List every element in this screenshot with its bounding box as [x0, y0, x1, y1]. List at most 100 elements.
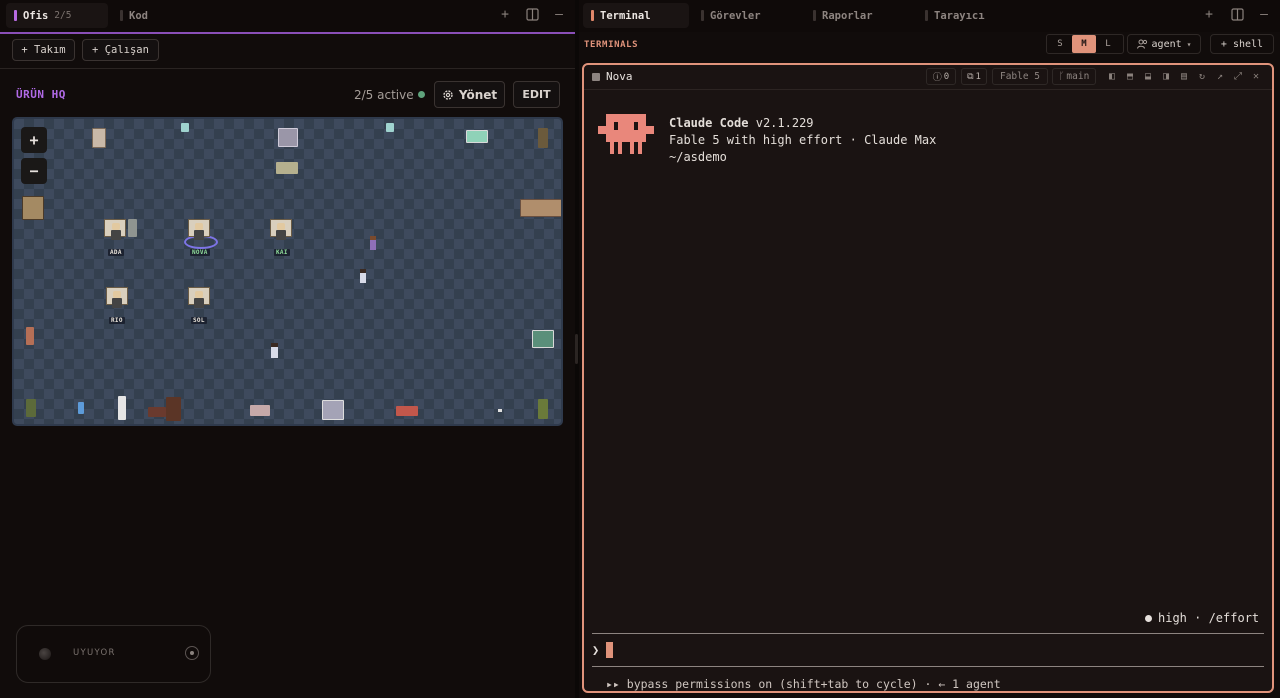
manage-label: Yönet	[458, 87, 498, 102]
table	[276, 162, 298, 174]
copy-count: 1	[975, 71, 981, 82]
chevron-down-icon: ▾	[1186, 39, 1192, 49]
size-m-button[interactable]: M	[1072, 35, 1096, 53]
agent-select[interactable]: agent ▾	[1127, 34, 1201, 54]
permissions-footer: ▸▸ bypass permissions on (shift+tab to c…	[606, 677, 1001, 691]
split-view-icon[interactable]	[1230, 8, 1244, 22]
tab-raporlar[interactable]: Raporlar	[807, 3, 913, 28]
app-version: v2.1.229	[755, 116, 814, 130]
whiteboard	[322, 400, 344, 420]
copy-icon: ⧉	[967, 71, 974, 82]
tab-color-bar	[701, 10, 704, 21]
tab-color-bar	[120, 10, 123, 21]
tab-gorevler[interactable]: Görevler	[695, 3, 801, 28]
copy-count-badge[interactable]: ⧉ 1	[961, 68, 987, 85]
plus-icon[interactable]: +	[498, 8, 512, 22]
tab-label: Kod	[129, 9, 148, 22]
sleep-label: UYUYOR	[73, 648, 116, 658]
bookshelf	[520, 199, 561, 217]
zoom-out-button[interactable]: −	[21, 158, 47, 184]
layout-top-icon[interactable]: ⬒	[1124, 71, 1136, 83]
branch-badge[interactable]: ᚴ main	[1052, 68, 1096, 85]
record-button[interactable]	[185, 646, 199, 660]
add-employee-button[interactable]: + Çalışan	[82, 39, 159, 61]
agent-kai[interactable]	[274, 223, 288, 241]
fridge	[118, 396, 126, 420]
zoom-in-button[interactable]: +	[21, 127, 47, 153]
plant	[538, 128, 548, 148]
agent-rio[interactable]	[110, 291, 124, 309]
close-icon[interactable]: ✕	[1250, 71, 1262, 83]
sidebar-left-icon[interactable]: ◧	[1106, 71, 1118, 83]
tab-color-bar	[925, 10, 928, 21]
branch-name: main	[1066, 71, 1090, 82]
person-sprite	[370, 236, 376, 250]
input-cursor[interactable]	[606, 642, 613, 658]
office-title: ÜRÜN HQ	[16, 88, 66, 101]
sleep-widget[interactable]: UYUYOR	[16, 625, 211, 683]
app-header-line: Claude Code v2.1.229	[669, 116, 814, 130]
terminal-tabbar: Terminal Görevler Raporlar Tarayıcı + –	[579, 0, 1280, 32]
info-icon: ⓘ	[932, 73, 942, 83]
water-cooler	[386, 123, 394, 132]
terminal-status-square	[592, 73, 600, 81]
effort-status: high · /effort	[1158, 611, 1260, 625]
agent-nova[interactable]	[192, 223, 206, 241]
model-badge[interactable]: Fable 5	[992, 68, 1048, 85]
plant	[26, 399, 36, 417]
vending-machine	[26, 327, 34, 345]
office-pane: Ofis 2/5 Kod + – + Takım + Çalışan ÜRÜN …	[0, 0, 575, 698]
claude-mascot-icon	[598, 113, 654, 155]
resize-handle[interactable]	[575, 334, 578, 364]
refresh-icon[interactable]: ↻	[1196, 71, 1208, 83]
whiteboard	[278, 128, 298, 147]
tab-label: Görevler	[710, 9, 761, 22]
tab-label: Tarayıcı	[934, 9, 985, 22]
prompt-bottom-rule	[592, 666, 1264, 667]
water-bottle	[78, 402, 84, 414]
manage-button[interactable]: Yönet	[434, 81, 505, 108]
tab-color-bar	[14, 10, 17, 21]
add-shell-button[interactable]: + shell	[1210, 34, 1274, 54]
office-map[interactable]: + − ADA NOVA KAI RIO SOL	[12, 117, 563, 426]
terminal-window[interactable]: Nova ⓘ 0 ⧉ 1 Fable 5 ᚴ main ◧ ⬒ ⬓ ◨ ▤ ↻ ↗ ⤢…	[582, 63, 1274, 693]
edit-button[interactable]: EDIT	[513, 81, 560, 108]
tab-tarayici[interactable]: Tarayıcı	[919, 3, 1025, 28]
tab-ofis[interactable]: Ofis 2/5	[6, 3, 108, 28]
screen	[532, 330, 554, 348]
agent-nametag: RIO	[109, 317, 125, 324]
expand-icon[interactable]: ⤢	[1232, 71, 1244, 83]
tab-color-bar	[813, 10, 816, 21]
add-team-button[interactable]: + Takım	[12, 39, 75, 61]
layout-bottom-icon[interactable]: ⬓	[1142, 71, 1154, 83]
plus-icon[interactable]: +	[1202, 8, 1216, 22]
agent-select-label: agent	[1151, 38, 1182, 50]
agent-ada[interactable]	[109, 223, 123, 241]
error-count-badge[interactable]: ⓘ 0	[926, 68, 956, 85]
document-icon[interactable]: ▤	[1178, 71, 1190, 83]
water-cooler	[181, 123, 189, 132]
size-s-button[interactable]: S	[1050, 35, 1070, 53]
person-sprite	[271, 343, 278, 358]
sidebar-right-icon[interactable]: ◨	[1160, 71, 1172, 83]
sleep-indicator-dot	[39, 648, 51, 660]
size-l-button[interactable]: L	[1098, 35, 1118, 53]
app-name: Claude Code	[669, 116, 749, 130]
open-external-icon[interactable]: ↗	[1214, 71, 1226, 83]
tab-kod[interactable]: Kod	[112, 3, 182, 28]
monitor	[128, 219, 137, 237]
plant	[538, 399, 548, 419]
agent-sol[interactable]	[192, 291, 206, 309]
cwd-line: ~/asdemo	[669, 150, 727, 164]
minimize-icon[interactable]: –	[1257, 8, 1271, 22]
tab-terminal[interactable]: Terminal	[583, 3, 689, 28]
tab-label: Terminal	[600, 9, 651, 22]
cupboard	[166, 397, 181, 421]
prompt-symbol: ❯	[592, 643, 600, 657]
tab-count: 2/5	[54, 10, 72, 21]
agent-nametag: KAI	[274, 249, 290, 256]
status-dot	[418, 91, 425, 98]
minimize-icon[interactable]: –	[552, 8, 566, 22]
tab-underline	[0, 32, 575, 34]
split-view-icon[interactable]	[525, 8, 539, 22]
